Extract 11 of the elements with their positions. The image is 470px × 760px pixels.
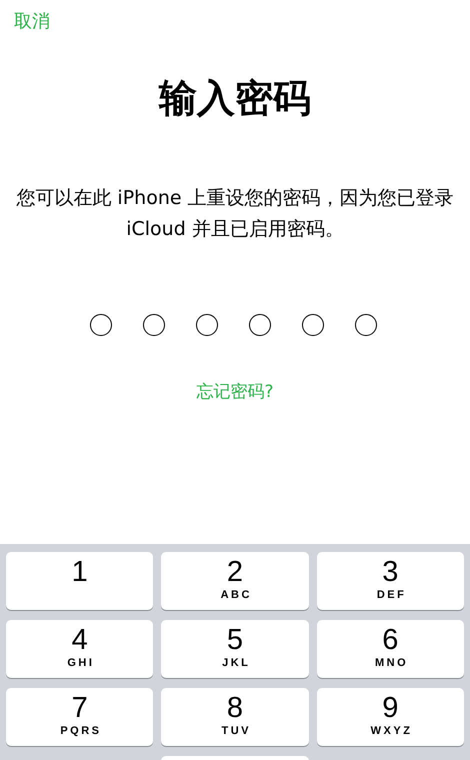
keypad-key[interactable]: 7 PQRS: [6, 688, 154, 746]
screen-title: 输入密码: [158, 75, 312, 122]
keypad-key[interactable]: 6 MNO: [316, 620, 464, 678]
keypad-key[interactable]: 3 DEF: [316, 552, 464, 610]
keypad-key[interactable]: 8 TUV: [161, 688, 309, 746]
message-text: 您可以在此 iPhone 上重设您的密码，因为您已登录 iCloud 并且已启用密码。: [15, 186, 455, 242]
keypad-key[interactable]: 2 ABC: [161, 552, 309, 610]
keypad-key[interactable]: 9 WXYZ: [316, 688, 464, 746]
keypad-key[interactable]: 1: [6, 552, 154, 610]
keypad-key[interactable]: 5 JKL: [161, 620, 309, 678]
keypad-key[interactable]: 4 GHI: [6, 620, 154, 678]
